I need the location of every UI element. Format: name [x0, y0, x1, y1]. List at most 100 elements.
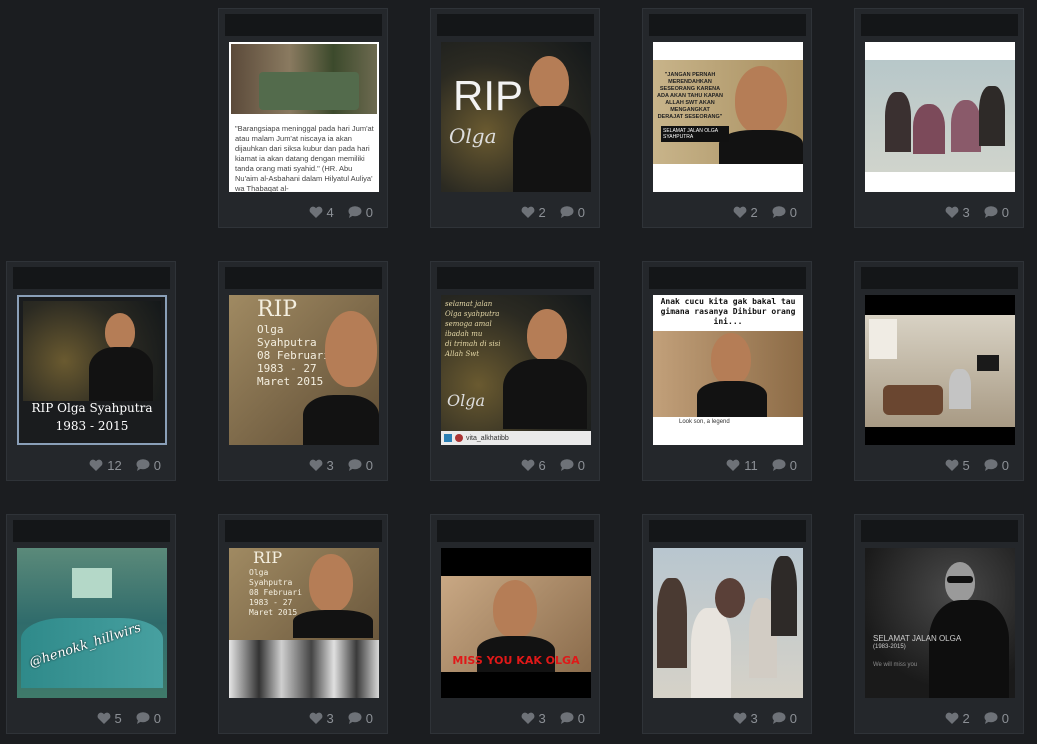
text-line: Olga	[257, 323, 284, 336]
post-stats: 3 0	[309, 710, 373, 726]
text-line: Olga syahputra	[445, 310, 500, 318]
comment-icon[interactable]	[560, 459, 574, 471]
heart-icon[interactable]	[309, 206, 323, 218]
post-title-bar	[649, 14, 806, 36]
post-years: (1983-2015)	[873, 644, 906, 650]
post-title-bar	[649, 520, 806, 542]
post-thumbnail[interactable]: RIP Olga Syahputra 08 Februari 1983 - 27…	[229, 548, 379, 698]
text-line: di trimah di sisi	[445, 340, 501, 348]
heart-icon[interactable]	[945, 712, 959, 724]
post-card[interactable]: RIP Olga 2 0	[430, 8, 600, 228]
post-card[interactable]: 3 0	[854, 8, 1024, 228]
post-subtitle: We will miss you	[873, 662, 918, 668]
comment-icon[interactable]	[560, 712, 574, 724]
post-stats: 3 0	[309, 457, 373, 473]
comment-icon[interactable]	[772, 206, 786, 218]
heart-icon[interactable]	[726, 459, 740, 471]
comments-count: 0	[1001, 204, 1009, 220]
text-line: 08 Februari	[257, 349, 330, 362]
post-thumbnail[interactable]	[653, 548, 803, 698]
post-years: 1983 - 2015	[55, 419, 129, 433]
heart-icon[interactable]	[309, 459, 323, 471]
comments-count: 0	[789, 204, 797, 220]
post-bottom-text: Look son, a legend	[679, 419, 730, 425]
post-thumbnail[interactable]: RIP Olga Syahputra 1983 - 2015	[17, 295, 167, 445]
heart-icon[interactable]	[945, 206, 959, 218]
post-thumbnail[interactable]: SELAMAT JALAN OLGA (1983-2015) We will m…	[865, 548, 1015, 698]
heart-icon[interactable]	[521, 712, 535, 724]
likes-count: 3	[326, 457, 334, 473]
instagram-icon	[444, 434, 452, 442]
text-line: 1983 - 27	[249, 598, 293, 607]
post-card[interactable]: RIP Olga Syahputra 08 Februari 1983 - 27…	[218, 514, 388, 734]
post-stats: 2 0	[521, 204, 585, 220]
post-name: SELAMAT JALAN OLGA SYAHPUTRA	[661, 126, 729, 142]
comment-icon[interactable]	[560, 206, 574, 218]
post-card[interactable]: MISS YOU KAK OLGA 3 0	[430, 514, 600, 734]
post-thumbnail[interactable]	[865, 42, 1015, 192]
comment-icon[interactable]	[348, 206, 362, 218]
likes-count: 6	[538, 457, 546, 473]
comment-icon[interactable]	[984, 206, 998, 218]
comments-count: 0	[577, 710, 585, 726]
likes-count: 5	[962, 457, 970, 473]
likes-count: 3	[326, 710, 334, 726]
heart-icon[interactable]	[521, 459, 535, 471]
post-card[interactable]: 3 0	[642, 514, 812, 734]
text-line: 1983 - 27	[257, 362, 317, 375]
rip-text: RIP	[253, 548, 283, 567]
post-thumbnail[interactable]: RIP Olga	[441, 42, 591, 192]
post-card[interactable]: @henokk_hillwirs 5 0	[6, 514, 176, 734]
comment-icon[interactable]	[772, 712, 786, 724]
heart-icon[interactable]	[89, 459, 103, 471]
post-title-bar	[861, 267, 1018, 289]
post-stats: 2 0	[733, 204, 797, 220]
post-stats: 3 0	[521, 710, 585, 726]
likes-count: 2	[750, 204, 758, 220]
comment-icon[interactable]	[136, 459, 150, 471]
post-stats: 5 0	[945, 457, 1009, 473]
post-thumbnail[interactable]: selamat jalan Olga syahputra semoga amal…	[441, 295, 591, 445]
post-stats: 5 0	[97, 710, 161, 726]
post-title-bar	[437, 520, 594, 542]
post-thumbnail[interactable]	[865, 295, 1015, 445]
comment-icon[interactable]	[984, 459, 998, 471]
likes-count: 11	[744, 457, 758, 473]
heart-icon[interactable]	[97, 712, 111, 724]
post-card[interactable]: "Barangsiapa meninggal pada hari Jum'at …	[218, 8, 388, 228]
post-title-bar	[861, 14, 1018, 36]
comment-icon[interactable]	[348, 712, 362, 724]
post-thumbnail[interactable]: MISS YOU KAK OLGA	[441, 548, 591, 698]
heart-icon[interactable]	[309, 712, 323, 724]
heart-icon[interactable]	[733, 712, 747, 724]
post-thumbnail[interactable]: RIP Olga Syahputra 08 Februari 1983 - 27…	[229, 295, 379, 445]
post-thumbnail[interactable]: Anak cucu kita gak bakal tau gimana rasa…	[653, 295, 803, 445]
likes-count: 3	[962, 204, 970, 220]
post-card[interactable]: Anak cucu kita gak bakal tau gimana rasa…	[642, 261, 812, 481]
post-card[interactable]: 5 0	[854, 261, 1024, 481]
name-script: Olga	[449, 124, 497, 148]
comment-icon[interactable]	[348, 459, 362, 471]
post-card[interactable]: "JANGAN PERNAH MERENDAHKAN SESEORANG KAR…	[642, 8, 812, 228]
heart-icon[interactable]	[733, 206, 747, 218]
heart-icon[interactable]	[945, 459, 959, 471]
heart-icon[interactable]	[521, 206, 535, 218]
comment-icon[interactable]	[136, 712, 150, 724]
post-stats: 12 0	[89, 458, 161, 473]
comments-count: 0	[577, 204, 585, 220]
post-stats: 3 0	[733, 711, 797, 726]
post-card[interactable]: RIP Olga Syahputra 08 Februari 1983 - 27…	[218, 261, 388, 481]
post-thumbnail[interactable]: "Barangsiapa meninggal pada hari Jum'at …	[229, 42, 379, 192]
post-card[interactable]: SELAMAT JALAN OLGA (1983-2015) We will m…	[854, 514, 1024, 734]
comments-count: 0	[365, 204, 373, 220]
comment-icon[interactable]	[984, 712, 998, 724]
post-card[interactable]: RIP Olga Syahputra 1983 - 2015 12 0	[6, 261, 176, 481]
post-thumbnail[interactable]: "JANGAN PERNAH MERENDAHKAN SESEORANG KAR…	[653, 42, 803, 192]
post-title-bar	[437, 14, 594, 36]
comments-count: 0	[153, 710, 161, 726]
comment-icon[interactable]	[772, 459, 786, 471]
post-stats: 3 0	[945, 204, 1009, 220]
post-title-bar	[225, 520, 382, 542]
post-card[interactable]: selamat jalan Olga syahputra semoga amal…	[430, 261, 600, 481]
post-thumbnail[interactable]: @henokk_hillwirs	[17, 548, 167, 698]
